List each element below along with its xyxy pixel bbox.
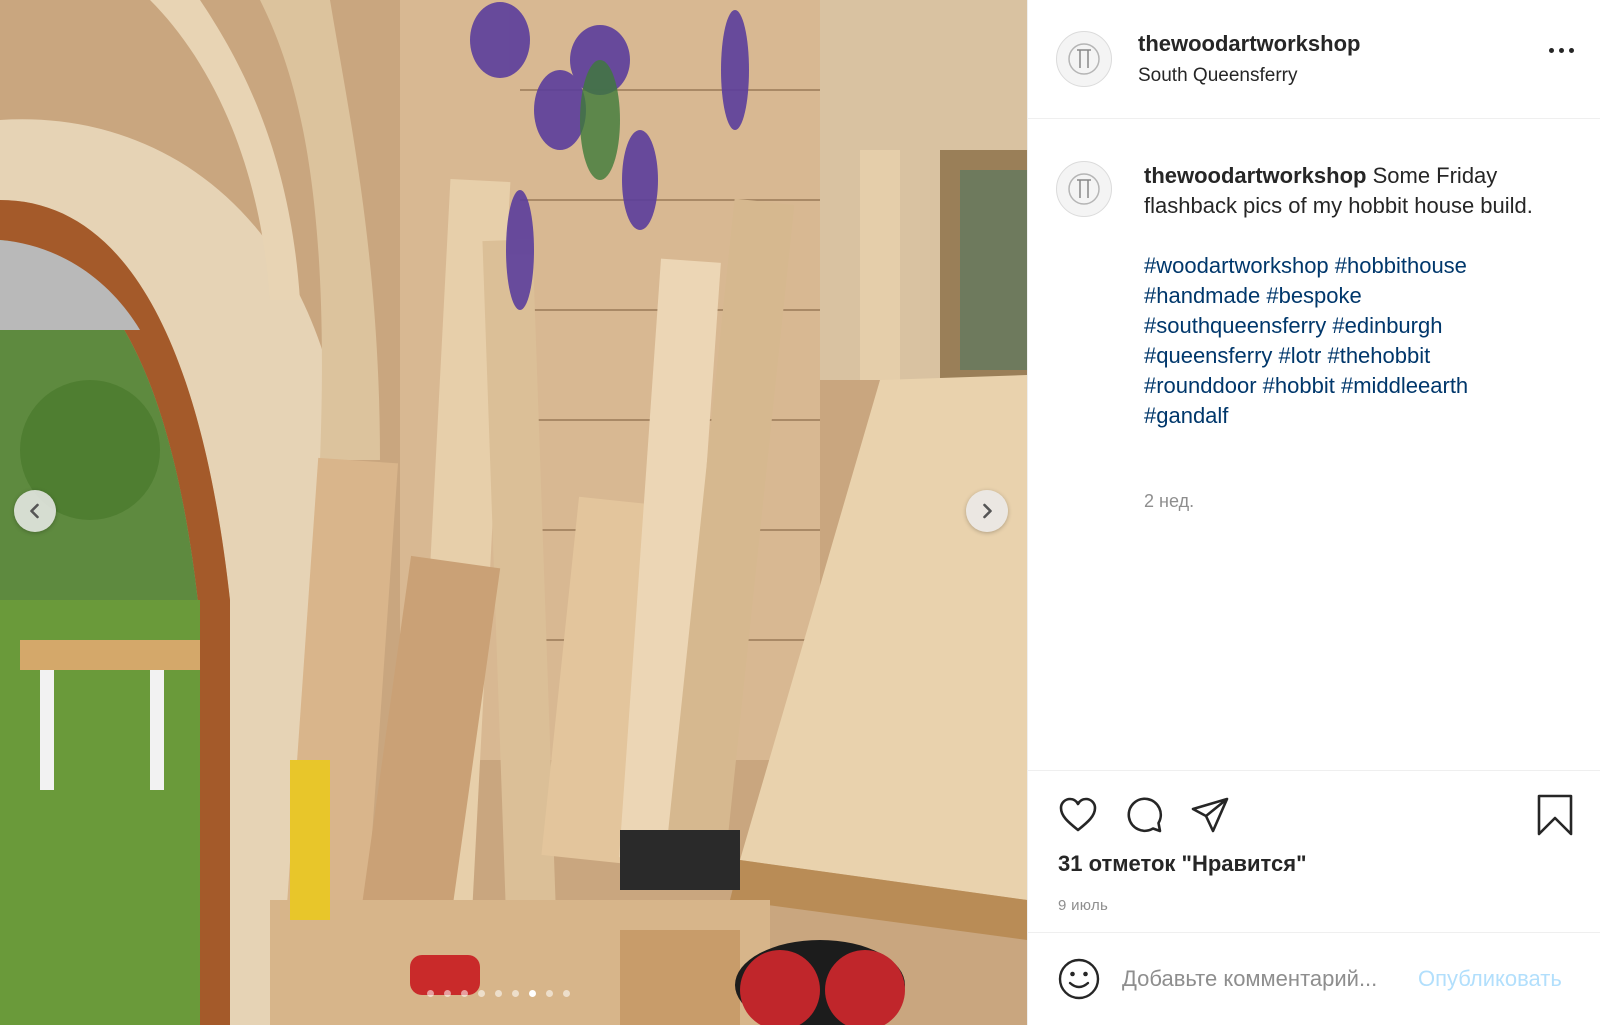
hashtag-link[interactable]: #handmade: [1144, 283, 1260, 308]
chevron-left-icon: [30, 503, 39, 519]
hashtag-line: #woodartworkshop #hobbithouse: [1144, 251, 1544, 281]
like-button[interactable]: [1056, 793, 1100, 837]
hashtag-link[interactable]: #edinburgh: [1332, 313, 1442, 338]
smiley-icon: [1058, 958, 1100, 1000]
caption-username[interactable]: thewoodartworkshop: [1144, 163, 1366, 188]
caption-section: thewoodartworkshop Some Friday flashback…: [1028, 119, 1600, 769]
hashtag-link[interactable]: #southqueensferry: [1144, 313, 1326, 338]
post-actions: 31 отметок "Нравится" 9 июль: [1028, 770, 1600, 932]
carousel-dot: [478, 990, 485, 997]
hashtag-link[interactable]: #middleearth: [1341, 373, 1468, 398]
carousel-prev-button[interactable]: [14, 490, 56, 532]
carousel-dot: [427, 990, 434, 997]
share-button[interactable]: [1188, 793, 1232, 837]
hashtag-line: #rounddoor #hobbit #middleearth: [1144, 371, 1544, 401]
caption-text: thewoodartworkshop Some Friday flashback…: [1144, 161, 1544, 431]
carousel-next-button[interactable]: [966, 490, 1008, 532]
caption-author-avatar[interactable]: [1056, 161, 1112, 217]
comment-form: Опубликовать: [1028, 932, 1600, 1025]
more-options-icon[interactable]: [1549, 48, 1574, 53]
hashtag-line: #gandalf: [1144, 401, 1544, 431]
publish-button[interactable]: Опубликовать: [1418, 966, 1562, 992]
save-button[interactable]: [1533, 793, 1577, 837]
hashtag-list: #woodartworkshop #hobbithouse #handmade #…: [1144, 251, 1544, 431]
carousel-dot-active: [529, 990, 536, 997]
heart-icon: [1059, 797, 1097, 832]
carousel-dot: [563, 990, 570, 997]
workshop-photo-image: [0, 0, 1027, 1025]
comment-input[interactable]: [1122, 966, 1412, 992]
carousel-dot: [495, 990, 502, 997]
carousel-indicator: [427, 990, 570, 997]
post-location[interactable]: South Queensferry: [1138, 65, 1360, 87]
hashtag-link[interactable]: #queensferry: [1144, 343, 1272, 368]
workshop-logo-icon: [1068, 173, 1100, 205]
hashtag-line: #queensferry #lotr #thehobbit: [1144, 341, 1544, 371]
post-photo[interactable]: [0, 0, 1027, 1025]
hashtag-link[interactable]: #hobbithouse: [1335, 253, 1467, 278]
carousel-dot: [546, 990, 553, 997]
hashtag-link[interactable]: #thehobbit: [1327, 343, 1430, 368]
hashtag-link[interactable]: #hobbit: [1263, 373, 1335, 398]
hashtag-link[interactable]: #bespoke: [1266, 283, 1361, 308]
likes-count[interactable]: 31 отметок "Нравится": [1058, 851, 1307, 877]
carousel-dot: [444, 990, 451, 997]
chevron-right-icon: [983, 503, 992, 519]
carousel-dot: [461, 990, 468, 997]
post-sidebar: thewoodartworkshop South Queensferry the…: [1027, 0, 1600, 1025]
paper-plane-icon: [1191, 797, 1229, 833]
caption-time-ago[interactable]: 2 нед.: [1144, 491, 1194, 512]
hashtag-link[interactable]: #rounddoor: [1144, 373, 1257, 398]
comment-bubble-icon: [1127, 797, 1163, 833]
hashtag-link[interactable]: #lotr: [1279, 343, 1322, 368]
author-avatar[interactable]: [1056, 31, 1112, 87]
hashtag-link[interactable]: #gandalf: [1144, 403, 1228, 428]
comment-button[interactable]: [1122, 793, 1166, 837]
emoji-button[interactable]: [1056, 956, 1102, 1002]
bookmark-icon: [1537, 794, 1573, 836]
hashtag-line: #handmade #bespoke: [1144, 281, 1544, 311]
hashtag-link[interactable]: #woodartworkshop: [1144, 253, 1329, 278]
post-date[interactable]: 9 июль: [1058, 897, 1108, 914]
hashtag-line: #southqueensferry #edinburgh: [1144, 311, 1544, 341]
carousel-dot: [512, 990, 519, 997]
workshop-logo-icon: [1068, 43, 1100, 75]
post-header: thewoodartworkshop South Queensferry: [1028, 0, 1600, 119]
author-username[interactable]: thewoodartworkshop: [1138, 31, 1360, 57]
